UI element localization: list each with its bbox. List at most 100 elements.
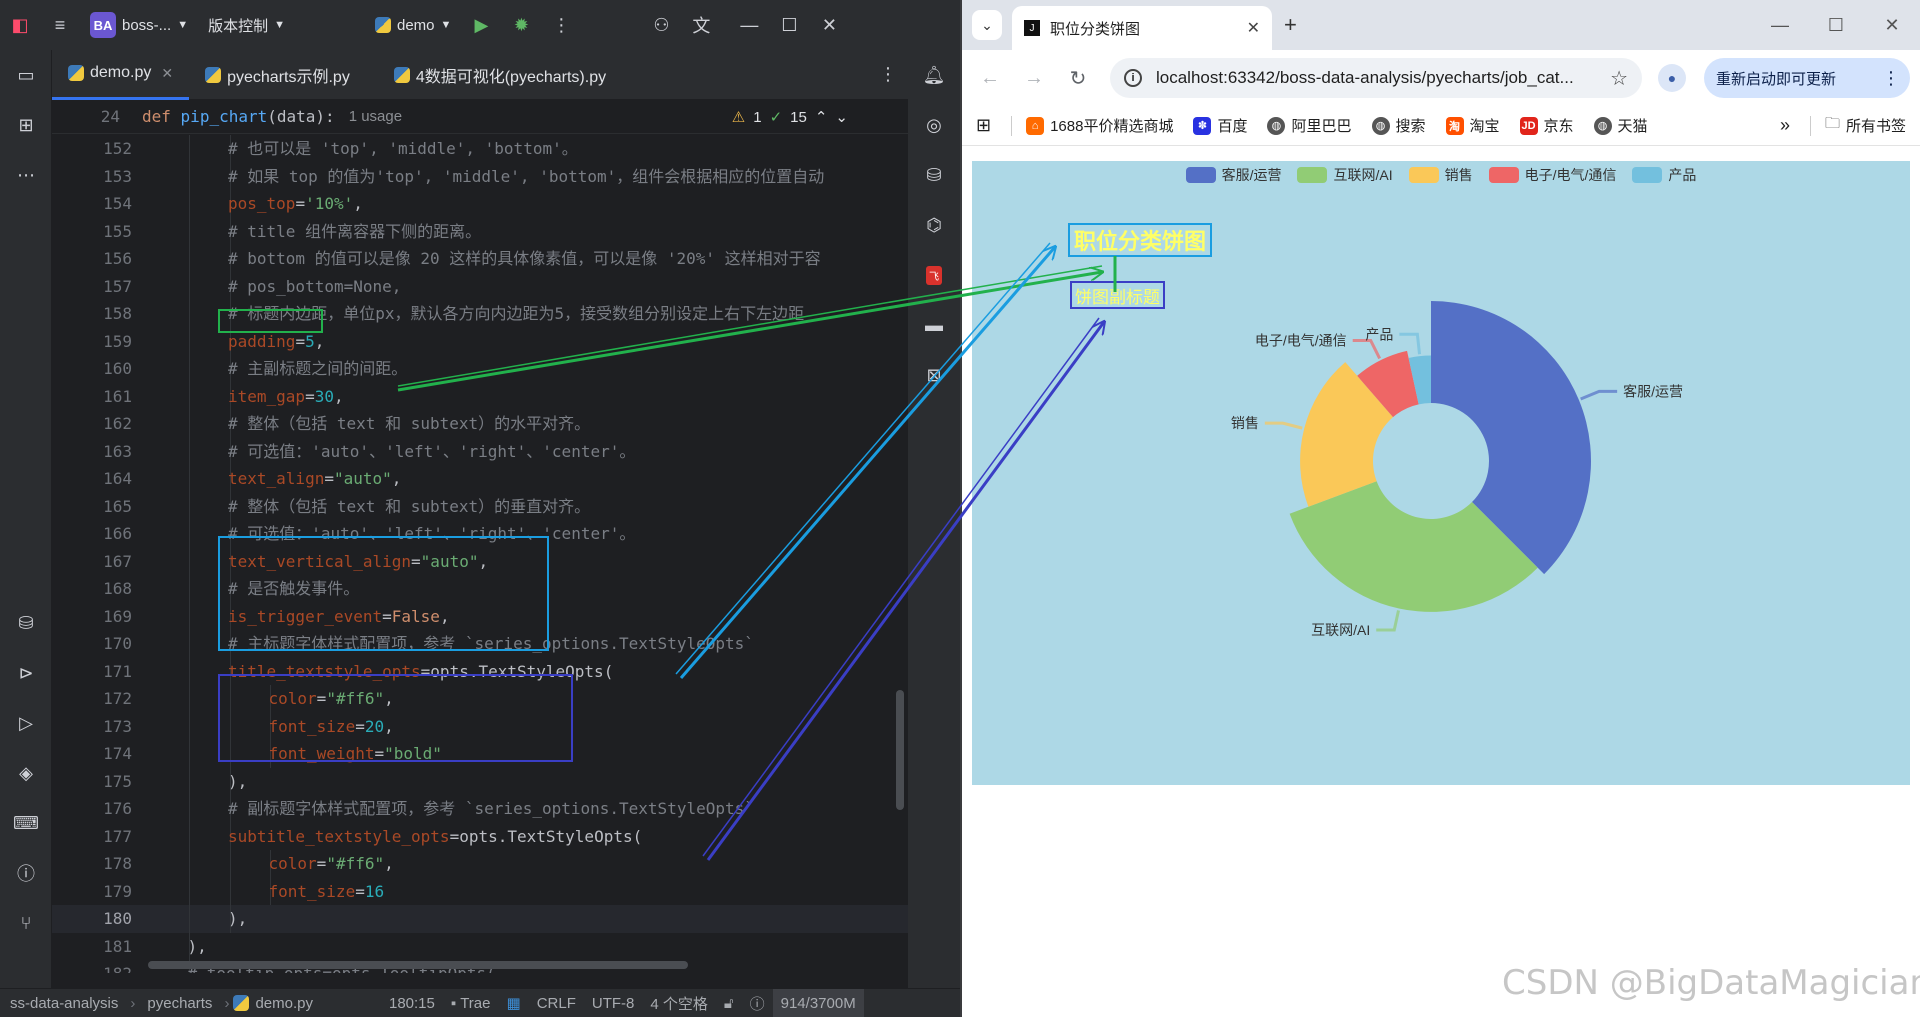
line-number[interactable]: 180 — [52, 905, 144, 933]
status-folder[interactable]: pyecharts — [139, 995, 220, 1012]
profile-avatar-icon[interactable]: ● — [1658, 64, 1686, 92]
code-line[interactable]: 177 subtitle_textstyle_opts=opts.TextStyl… — [52, 822, 908, 851]
new-tab-icon[interactable]: + — [1284, 12, 1297, 38]
line-number[interactable]: 169 — [52, 603, 144, 631]
line-number[interactable]: 152 — [52, 135, 144, 163]
bookmark-alibaba[interactable]: ◍ 阿里巴巴 — [1267, 115, 1352, 136]
line-number[interactable]: 153 — [52, 163, 144, 191]
minimize-icon[interactable]: — — [1752, 0, 1808, 50]
run-tool-icon[interactable]: ▷ — [0, 698, 52, 748]
trae-widget[interactable]: ▪ Trae — [443, 995, 499, 1012]
line-number[interactable]: 158 — [52, 300, 144, 328]
line-number[interactable]: 175 — [52, 768, 144, 796]
site-info-icon[interactable]: i — [1124, 69, 1142, 87]
code-line[interactable]: 165 # 整体（包括 text 和 subtext）的垂直对齐。 — [52, 492, 908, 521]
line-number[interactable]: 176 — [52, 795, 144, 823]
project-switcher[interactable]: BA boss-... ▼ — [80, 0, 198, 50]
bookmark-star-icon[interactable]: ☆ — [1610, 66, 1628, 91]
chevron-down-icon[interactable]: ⌄ — [835, 108, 848, 126]
tab-demo[interactable]: demo.py ✕ — [52, 50, 190, 100]
line-number[interactable]: 155 — [52, 218, 144, 246]
status-project[interactable]: ss-data-analysis — [0, 995, 126, 1012]
code-line[interactable]: 162 # 整体（包括 text 和 subtext）的水平对齐。 — [52, 410, 908, 438]
terminal-icon[interactable]: ⌨ — [0, 798, 52, 848]
line-number[interactable]: 165 — [52, 493, 144, 521]
usage-hint[interactable]: 1 usage — [349, 108, 402, 125]
run-icon[interactable]: ▶ — [461, 0, 501, 50]
maximize-icon[interactable]: ☐ — [769, 0, 809, 50]
layers-icon[interactable]: ◈ — [0, 748, 52, 798]
function-name[interactable]: pip_chart — [181, 107, 268, 126]
vcs-menu[interactable]: 版本控制 ▼ — [198, 0, 295, 50]
indent-setting[interactable]: 4 个空格 — [642, 993, 716, 1014]
code-line[interactable]: 178 color="#ff6", — [52, 850, 908, 878]
notifications-icon[interactable]: 🔔︎ — [908, 50, 960, 100]
ai-assistant-icon[interactable]: ◎ — [908, 100, 960, 150]
line-number[interactable]: 160 — [52, 355, 144, 383]
status-file[interactable]: demo.py — [255, 995, 321, 1012]
structure-icon[interactable]: ⊞ — [0, 100, 52, 150]
more-actions-icon[interactable]: ⋮ — [541, 0, 581, 50]
line-number[interactable]: 159 — [52, 328, 144, 356]
bookmark-taobao[interactable]: 淘淘宝 — [1445, 115, 1500, 136]
line-number[interactable]: 163 — [52, 438, 144, 466]
inspection-widget[interactable]: ⚠ 1 ✓ 15 ⌃ ⌄ — [732, 100, 848, 134]
file-encoding[interactable]: UTF-8 — [584, 995, 643, 1012]
code-line[interactable]: 153 # 如果 top 的值为'top', 'middle', 'bottom'… — [52, 162, 908, 191]
close-icon[interactable]: ✕ — [1864, 0, 1920, 50]
line-number[interactable]: 179 — [52, 878, 144, 906]
translate-icon[interactable]: 文 — [681, 0, 721, 50]
close-tab-icon[interactable]: ✕ — [1247, 18, 1260, 38]
line-number[interactable]: 156 — [52, 245, 144, 273]
line-number[interactable]: 164 — [52, 465, 144, 493]
code-line[interactable]: 161 item_gap=30, — [52, 382, 908, 411]
inspection-status-icon[interactable]: ⓘ — [742, 993, 773, 1014]
tab-visualization[interactable]: 4数据可视化(pyecharts).py — [378, 50, 622, 100]
debug-icon[interactable]: ✹ — [501, 0, 541, 50]
line-number[interactable]: 167 — [52, 548, 144, 576]
database-icon[interactable]: ⛁ — [0, 598, 52, 648]
line-number[interactable]: 172 — [52, 685, 144, 713]
bookmark-1688[interactable]: ⌂ 1688平价精选商城 — [1026, 115, 1173, 136]
url-text[interactable]: localhost:63342/boss-data-analysis/pyech… — [1156, 68, 1600, 88]
code-editor[interactable]: 152 # 也可以是 'top', 'middle', 'bottom'。 153 #… — [52, 135, 908, 973]
update-button[interactable]: 重新启动即可更新 ⋮ — [1704, 58, 1910, 98]
forward-icon[interactable]: → — [1012, 56, 1056, 100]
tab-search-icon[interactable]: ⌄ — [972, 10, 1002, 40]
all-bookmarks[interactable]: 🗀︎ 所有书签 — [1825, 113, 1906, 138]
browser-tab-active[interactable]: J 职位分类饼图 ✕ — [1012, 6, 1272, 50]
close-tab-icon[interactable]: ✕ — [161, 65, 173, 82]
git-icon[interactable]: ⑂ — [0, 898, 52, 948]
line-number[interactable]: 174 — [52, 740, 144, 768]
code-line[interactable]: 157 # pos_bottom=None, — [52, 272, 908, 300]
code-line[interactable]: 181), — [52, 932, 908, 960]
reload-icon[interactable]: ↻ — [1056, 56, 1100, 100]
line-number[interactable]: 177 — [52, 823, 144, 851]
bookmark-icon[interactable]: ▬ — [908, 300, 960, 350]
memory-indicator[interactable]: 914/3700M — [772, 989, 864, 1017]
minimize-icon[interactable]: — — [729, 0, 769, 50]
tab-pyecharts-example[interactable]: pyecharts示例.py — [189, 50, 366, 100]
project-folder-icon[interactable]: ▭ — [0, 50, 52, 100]
code-line[interactable]: 152 # 也可以是 'top', 'middle', 'bottom'。 — [52, 135, 908, 163]
code-line[interactable]: 160 # 主副标题之间的间距。 — [52, 355, 908, 383]
bookmark-tmall[interactable]: ◍ 天猫 — [1593, 115, 1648, 136]
lock-icon[interactable]: 🔓︎ — [716, 995, 742, 1012]
close-icon[interactable]: ✕ — [809, 0, 849, 50]
line-number[interactable]: 173 — [52, 713, 144, 741]
add-user-icon[interactable]: ⚇ — [641, 0, 681, 50]
horizontal-scrollbar[interactable] — [148, 961, 688, 969]
bookmarks-overflow-icon[interactable]: » — [1780, 115, 1790, 136]
line-number[interactable]: 170 — [52, 630, 144, 658]
line-number[interactable]: 161 — [52, 383, 144, 411]
line-number[interactable]: 168 — [52, 575, 144, 603]
code-line[interactable]: 176 # 副标题字体样式配置项，参考 `series_options.TextS… — [52, 795, 908, 823]
code-line[interactable]: 175), — [52, 767, 908, 796]
back-icon[interactable]: ← — [968, 56, 1012, 100]
code-line[interactable]: 158 # 标题内边距，单位px，默认各方向内边距为5，接受数组分别设定上右下左边… — [52, 300, 908, 328]
chevron-up-icon[interactable]: ⌃ — [815, 108, 828, 126]
code-line[interactable]: 164 text_align="auto", — [52, 465, 908, 493]
bookmark-baidu[interactable]: ✽ 百度 — [1193, 115, 1247, 136]
database-icon[interactable]: ⛁ — [908, 150, 960, 200]
preview-icon[interactable]: ⊠ — [908, 350, 960, 400]
